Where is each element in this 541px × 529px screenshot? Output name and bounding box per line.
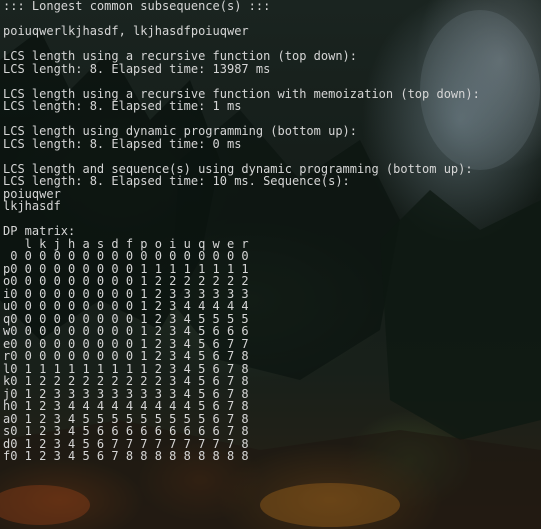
console-line: f0 1 2 3 4 5 6 7 8 8 8 8 8 8 8 8 8 bbox=[3, 449, 249, 463]
console-line: LCS length: 8. Elapsed time: 0 ms bbox=[3, 136, 242, 151]
console-line: h0 1 2 3 4 4 4 4 4 4 4 4 4 5 6 7 8 bbox=[3, 399, 249, 413]
console-line: ::: Longest common subsequence(s) ::: bbox=[3, 0, 271, 13]
console-line: o0 0 0 0 0 0 0 0 0 1 2 2 2 2 2 2 2 bbox=[3, 274, 249, 288]
console-line: LCS length: 8. Elapsed time: 13987 ms bbox=[3, 61, 271, 76]
console-line: r0 0 0 0 0 0 0 0 0 1 2 3 4 5 6 7 8 bbox=[3, 349, 249, 363]
console-line: u0 0 0 0 0 0 0 0 0 1 2 3 4 4 4 4 4 bbox=[3, 299, 249, 313]
console-line: 0 0 0 0 0 0 0 0 0 0 0 0 0 0 0 0 0 bbox=[3, 249, 249, 263]
console-line: DP matrix: bbox=[3, 224, 76, 238]
console-line: LCS length using dynamic programming (bo… bbox=[3, 124, 358, 138]
console-line: k0 1 2 2 2 2 2 2 2 2 2 3 4 5 6 7 8 bbox=[3, 374, 249, 388]
console-line: LCS length using a recursive function (t… bbox=[3, 49, 358, 63]
console-output: ::: Longest common subsequence(s) ::: po… bbox=[3, 0, 480, 513]
console-line: lkjhasdf bbox=[3, 199, 61, 213]
console-line: w0 0 0 0 0 0 0 0 0 1 2 3 4 5 6 6 6 bbox=[3, 324, 249, 338]
console-line: LCS length: 8. Elapsed time: 1 ms bbox=[3, 99, 242, 113]
console-line: s0 1 2 3 4 5 6 6 6 6 6 6 6 6 6 7 8 bbox=[3, 424, 249, 438]
console-window[interactable]: ::: Longest common subsequence(s) ::: po… bbox=[0, 0, 541, 529]
console-line: poiuqwerlkjhasdf, lkjhasdfpoiuqwer bbox=[3, 24, 249, 38]
console-line: poiuqwer bbox=[3, 186, 61, 201]
console-line: LCS length: 8. Elapsed time: 10 ms. Sequ… bbox=[3, 174, 350, 188]
